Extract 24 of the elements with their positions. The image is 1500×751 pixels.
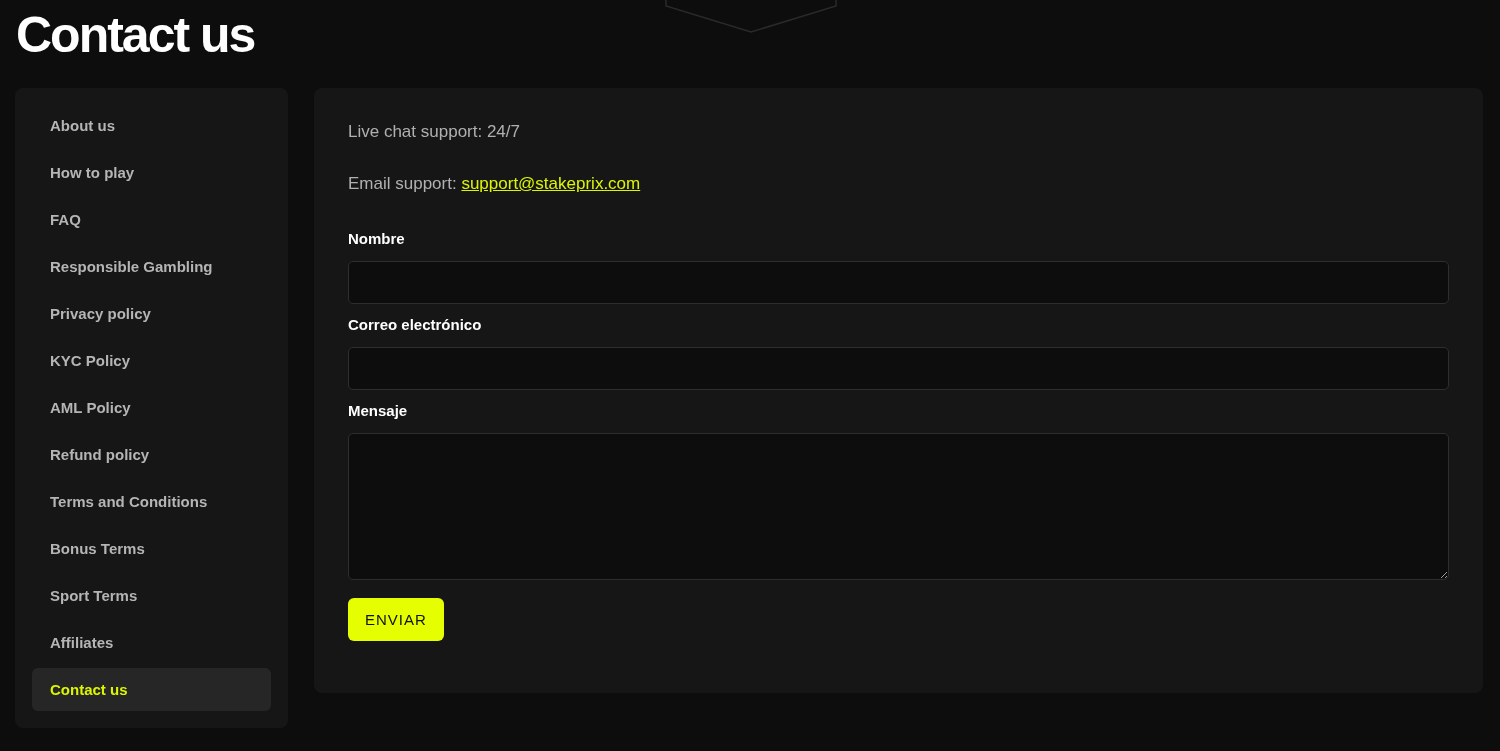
sidebar-item[interactable]: Responsible Gambling bbox=[32, 245, 271, 288]
message-field[interactable] bbox=[348, 433, 1449, 580]
sidebar-item[interactable]: Bonus Terms bbox=[32, 527, 271, 570]
sidebar-item[interactable]: Contact us bbox=[32, 668, 271, 711]
sidebar-item[interactable]: KYC Policy bbox=[32, 339, 271, 382]
sidebar-item[interactable]: FAQ bbox=[32, 198, 271, 241]
live-chat-support-text: Live chat support: 24/7 bbox=[348, 122, 521, 142]
sidebar-item[interactable]: Terms and Conditions bbox=[32, 480, 271, 523]
page-title: Contact us bbox=[15, 6, 255, 60]
input-field[interactable] bbox=[348, 347, 1449, 390]
sidebar-item[interactable]: Sport Terms bbox=[32, 574, 271, 617]
sidebar-item[interactable]: About us bbox=[32, 104, 271, 147]
sidebar-item[interactable]: AML Policy bbox=[32, 386, 271, 429]
field-label: Nombre bbox=[348, 230, 405, 248]
sidebar-item[interactable]: Privacy policy bbox=[32, 292, 271, 335]
field-label: Mensaje bbox=[348, 402, 408, 420]
email-link[interactable]: support@stakeprix.com bbox=[461, 174, 641, 193]
submit-button[interactable]: ENVIAR bbox=[348, 598, 444, 641]
field-label: Correo electrónico bbox=[348, 316, 482, 334]
email-support-text: Email support: support@stakeprix.com bbox=[348, 174, 642, 194]
sidebar-item[interactable]: Refund policy bbox=[32, 433, 271, 476]
sidebar-item[interactable]: Affiliates bbox=[32, 621, 271, 664]
sidebar-item[interactable]: How to play bbox=[32, 151, 271, 194]
input-field[interactable] bbox=[348, 261, 1449, 304]
